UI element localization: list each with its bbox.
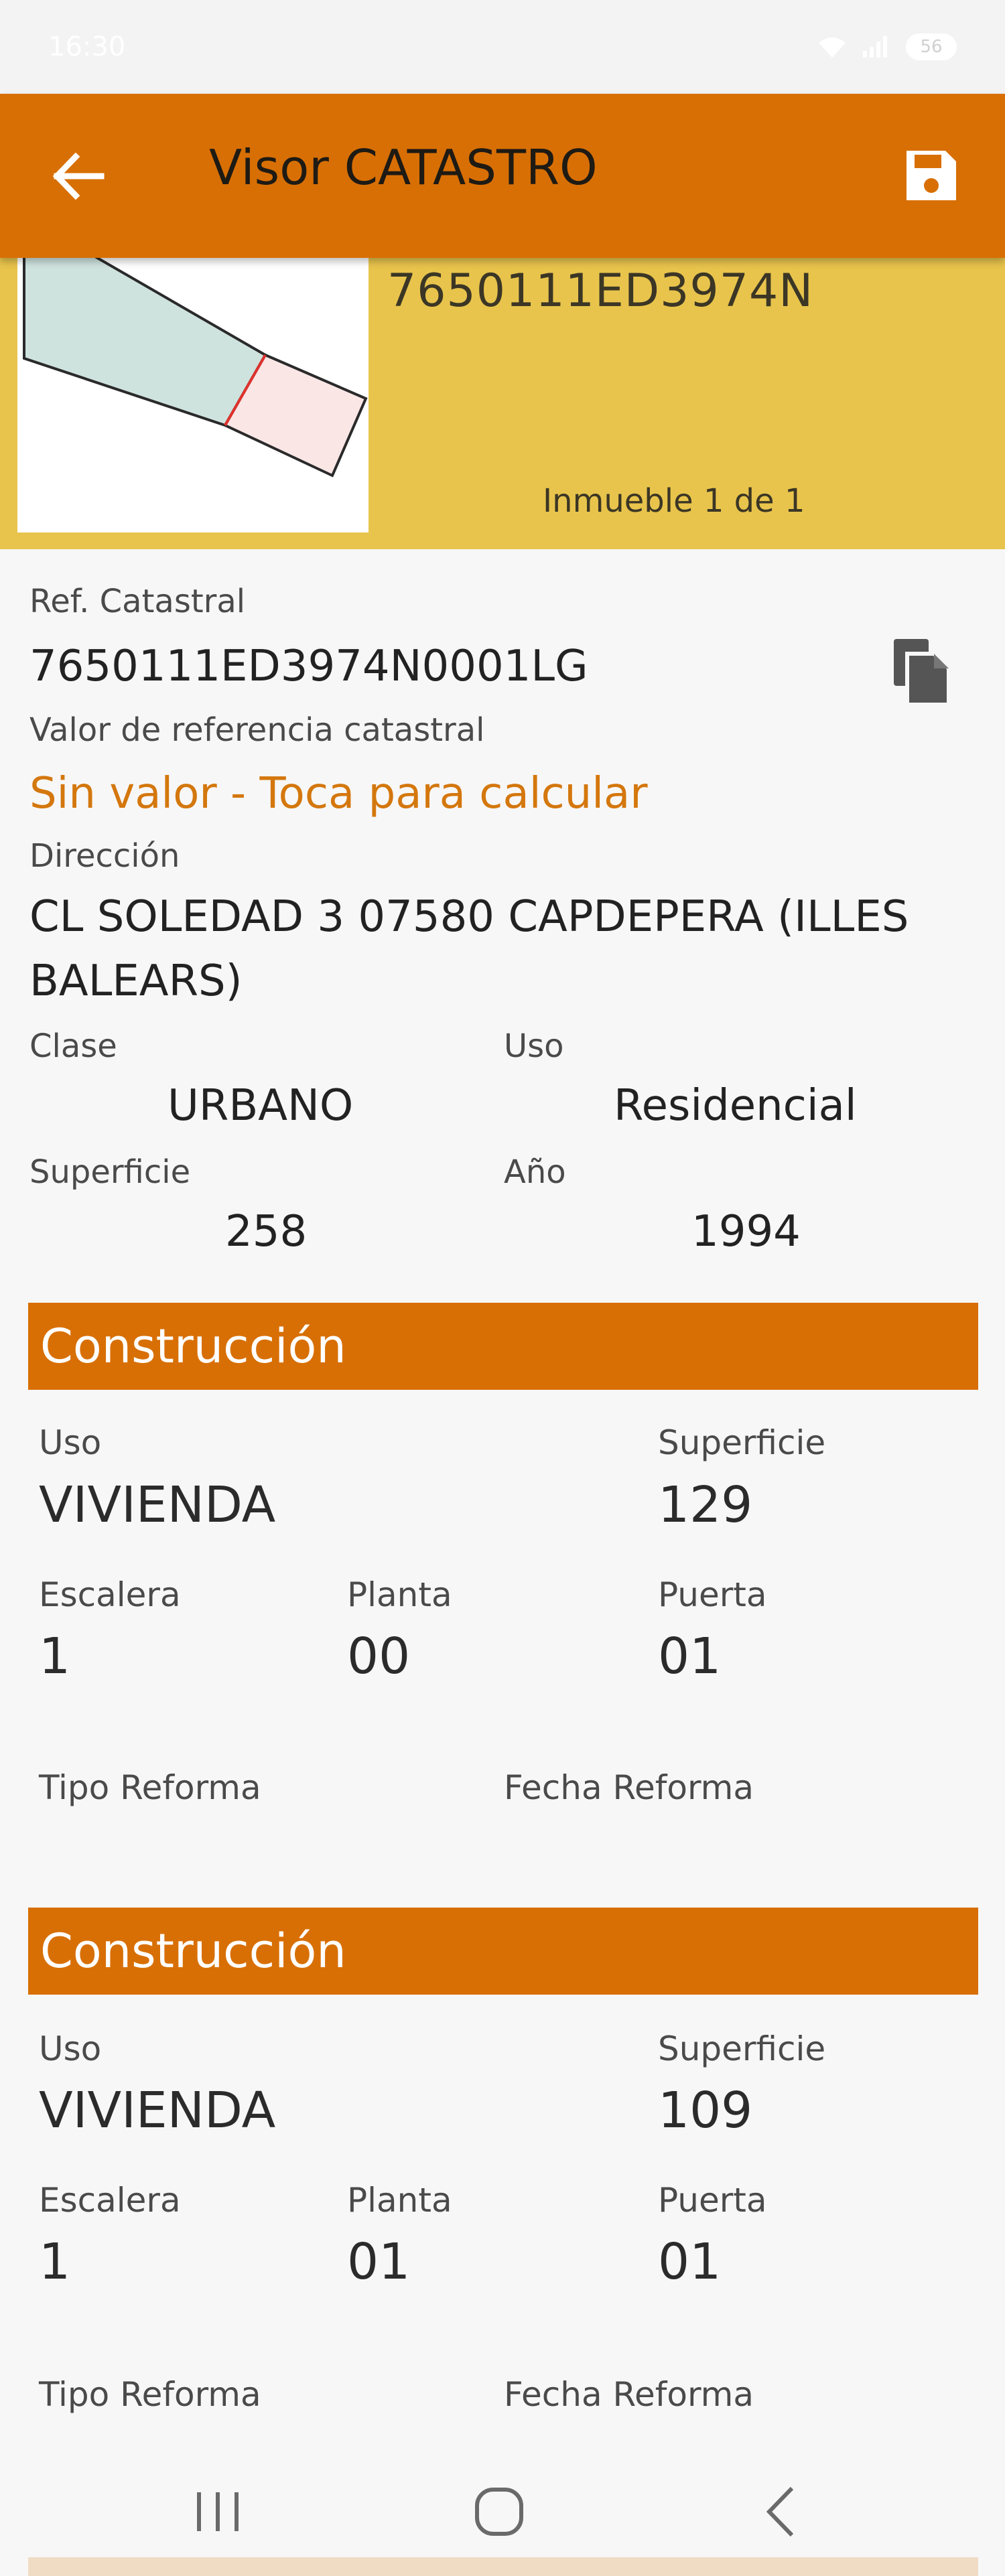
construccion-superficie-value: 129 (658, 1476, 753, 1534)
construccion-fecha-reforma-label: Fecha Reforma (504, 1768, 754, 1807)
direccion-value-line1: CL SOLEDAD 3 07580 CAPDEPERA (ILLES (29, 892, 909, 942)
nav-back-button[interactable] (744, 2478, 817, 2545)
recents-button[interactable] (181, 2478, 255, 2545)
construccion-puerta-label: Puerta (658, 1575, 767, 1614)
valor-referencia-label: Valor de referencia catastral (29, 711, 485, 749)
construccion-escalera-label: Escalera (39, 1575, 181, 1614)
back-button[interactable] (48, 146, 109, 206)
construccion-puerta-value: 01 (658, 2233, 722, 2291)
construccion-uso-value: VIVIENDA (39, 2082, 276, 2139)
wifi-icon (819, 38, 846, 58)
clase-label: Clase (29, 1027, 117, 1065)
back-chevron-icon (766, 2486, 794, 2537)
construccion-tipo-reforma-label: Tipo Reforma (39, 1768, 261, 1807)
signal-icon (863, 36, 887, 58)
anio-label: Año (504, 1153, 566, 1191)
battery-icon: 56 (906, 33, 957, 60)
anio-value: 1994 (691, 1207, 801, 1257)
calcular-valor-link[interactable]: Sin valor - Toca para calcular (29, 769, 648, 818)
construccion-header: Construcción (28, 1303, 978, 1390)
construccion-uso-label: Uso (39, 2029, 102, 2068)
ref-catastral-label: Ref. Catastral (29, 583, 246, 620)
status-icons: 56 (817, 33, 957, 60)
app-title: Visor CATASTRO (209, 139, 598, 196)
app-bar: Visor CATASTRO (0, 94, 1005, 258)
construccion-uso-label: Uso (39, 1423, 102, 1462)
home-icon (475, 2488, 523, 2536)
construccion-escalera-value: 1 (39, 1628, 71, 1685)
construccion-header: Construcción (28, 1908, 978, 1995)
construccion-puerta-value: 01 (658, 1628, 722, 1685)
uso-value: Residencial (614, 1081, 857, 1131)
construccion-puerta-label: Puerta (658, 2181, 767, 2220)
construccion-escalera-label: Escalera (39, 2181, 181, 2220)
construccion-escalera-value: 1 (39, 2233, 71, 2291)
superficie-value: 258 (225, 1207, 308, 1257)
construccion-header-partial (28, 2557, 978, 2576)
construccion-planta-label: Planta (347, 2181, 452, 2220)
recents-icon (197, 2492, 239, 2531)
construccion-superficie-label: Superficie (658, 2029, 826, 2068)
construccion-superficie-label: Superficie (658, 1423, 826, 1462)
ref-catastral-value: 7650111ED3974N0001LG (29, 642, 588, 691)
superficie-label: Superficie (29, 1153, 191, 1191)
parcel-shape (23, 258, 368, 478)
construccion-planta-label: Planta (347, 1575, 452, 1614)
status-time: 16:30 (48, 31, 126, 62)
clase-value: URBANO (168, 1081, 354, 1131)
direccion-value-line2: BALEARS) (29, 956, 243, 1006)
home-button[interactable] (462, 2478, 536, 2545)
copy-button[interactable] (890, 635, 954, 709)
save-button[interactable] (898, 142, 965, 209)
uso-label: Uso (504, 1027, 564, 1065)
inmueble-counter: Inmueble 1 de 1 (543, 482, 805, 520)
direccion-label: Dirección (29, 837, 180, 875)
status-bar: 16:30 56 (0, 0, 1005, 94)
construccion-superficie-value: 109 (658, 2082, 753, 2139)
construccion-fecha-reforma-label: Fecha Reforma (504, 2375, 754, 2414)
construccion-tipo-reforma-label: Tipo Reforma (39, 2375, 261, 2414)
construccion-planta-value: 01 (347, 2233, 411, 2291)
parcel-reference: 7650111ED3974N (387, 265, 814, 317)
battery-level: 56 (920, 37, 943, 57)
floppy-disk-icon (907, 151, 956, 200)
arrow-left-icon (52, 153, 105, 200)
construccion-uso-value: VIVIENDA (39, 1476, 276, 1534)
parcel-thumbnail[interactable] (17, 258, 368, 532)
construccion-planta-value: 00 (347, 1628, 411, 1685)
copy-icon (894, 639, 951, 707)
